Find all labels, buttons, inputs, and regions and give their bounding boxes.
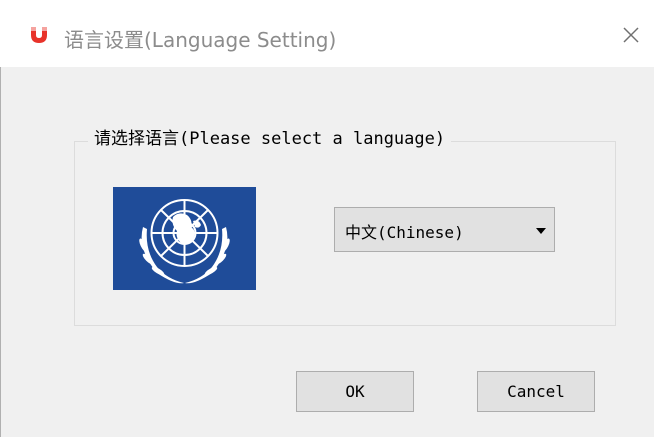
un-emblem-icon [113, 187, 256, 290]
window-title: 语言设置(Language Setting) [64, 28, 337, 52]
close-icon[interactable] [614, 18, 648, 52]
magnet-icon [31, 27, 47, 43]
language-select[interactable]: 中文(Chinese) [334, 207, 555, 252]
ok-button[interactable]: OK [296, 371, 414, 412]
selected-language: 中文(Chinese) [345, 223, 464, 242]
groupbox-label: 请选择语言(Please select a language) [88, 124, 452, 149]
language-setting-dialog: 语言设置(Language Setting) 请选择语言(Please sele… [0, 0, 654, 437]
cancel-button[interactable]: Cancel [477, 371, 595, 412]
title-bar[interactable]: 语言设置(Language Setting) [0, 0, 654, 67]
dropdown-arrow-icon [536, 228, 546, 234]
